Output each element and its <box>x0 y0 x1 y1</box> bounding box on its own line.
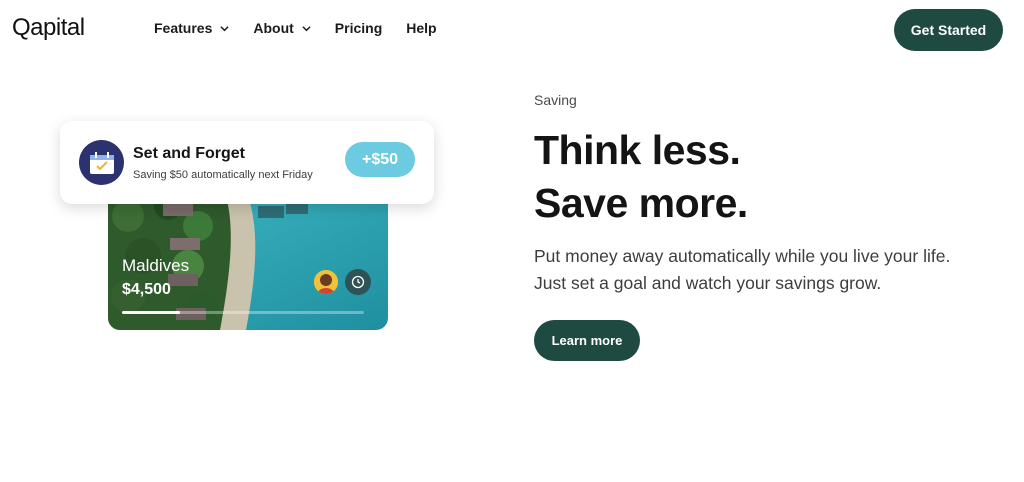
site-header: Qapital Features About Pricing Help Get … <box>0 0 1024 60</box>
set-and-forget-card: Set and Forget Saving $50 automatically … <box>60 121 434 204</box>
nav-pricing[interactable]: Pricing <box>335 20 382 36</box>
qapital-logo[interactable]: Qapital <box>12 14 85 42</box>
notification-subtitle: Saving $50 automatically next Friday <box>133 169 313 181</box>
goal-progress-bar <box>122 311 364 314</box>
notification-title: Set and Forget <box>133 145 246 162</box>
learn-more-button[interactable]: Learn more <box>534 320 640 361</box>
section-eyebrow: Saving <box>534 92 577 108</box>
nav-help-label: Help <box>406 20 437 36</box>
amount-badge: +$50 <box>345 142 415 177</box>
main-nav: Features About Pricing Help <box>154 20 461 36</box>
get-started-button[interactable]: Get Started <box>894 9 1003 51</box>
chevron-down-icon <box>302 25 311 31</box>
headline-line-2: Save more. <box>534 180 748 226</box>
nav-about[interactable]: About <box>253 20 311 36</box>
hero-description: Put money away automatically while you l… <box>534 243 994 297</box>
clock-icon[interactable] <box>345 269 371 295</box>
description-line-2: Just set a goal and watch your savings g… <box>534 273 882 293</box>
hero-headline: Think less. Save more. <box>534 124 748 230</box>
chevron-down-icon <box>220 25 229 31</box>
clock-glyph-icon <box>351 275 365 289</box>
calendar-glyph-icon <box>89 151 114 174</box>
headline-line-1: Think less. <box>534 127 741 173</box>
description-line-1: Put money away automatically while you l… <box>534 246 951 266</box>
goal-destination: Maldives <box>122 256 190 275</box>
goal-card: Maldives $4,500 <box>108 196 388 330</box>
nav-pricing-label: Pricing <box>334 20 383 36</box>
nav-features[interactable]: Features <box>154 20 229 36</box>
nav-help[interactable]: Help <box>406 20 436 36</box>
avatar-icon <box>314 270 338 294</box>
goal-amount: $4,500 <box>122 281 171 298</box>
calendar-check-icon <box>79 140 124 185</box>
nav-about-label: About <box>253 20 294 36</box>
goal-progress-fill <box>122 311 181 314</box>
avatar <box>314 270 338 294</box>
nav-features-label: Features <box>154 20 213 36</box>
